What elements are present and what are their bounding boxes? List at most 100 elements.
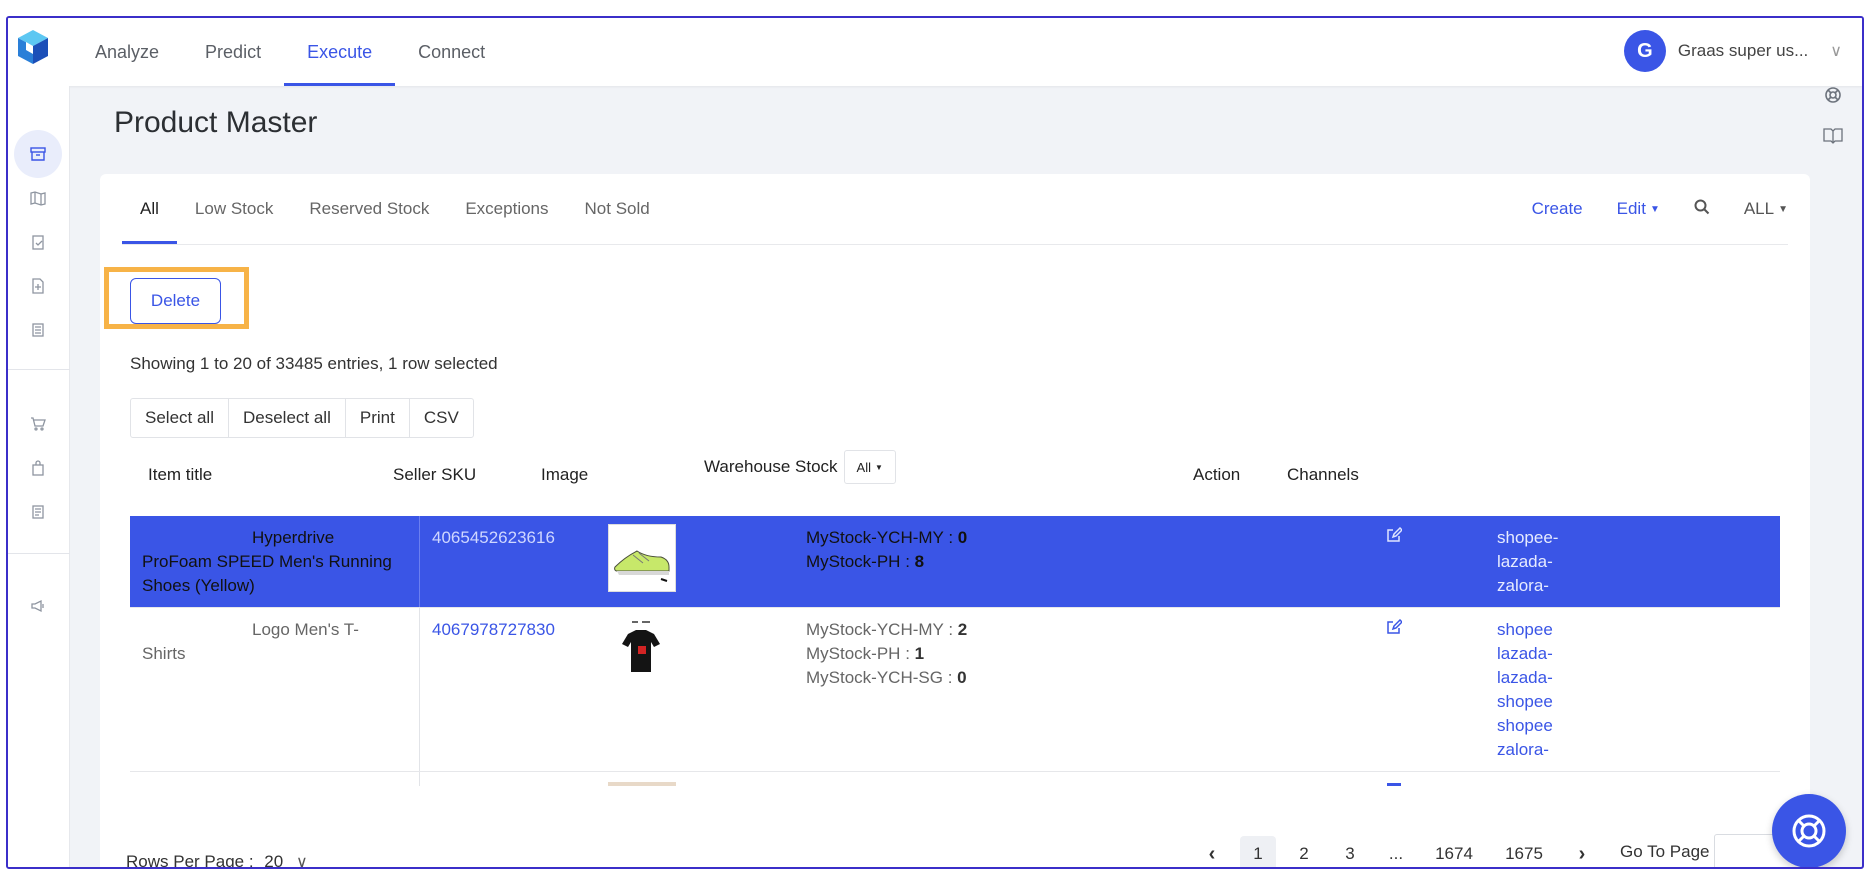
toolbar: Create Edit ▼ ALL ▼ bbox=[1532, 174, 1788, 244]
channel-link[interactable]: zalora- bbox=[1497, 738, 1553, 762]
page-ellipsis: ... bbox=[1388, 844, 1404, 863]
book-open-icon[interactable] bbox=[1822, 124, 1844, 146]
table-row[interactable]: Logo Men's T- Shirts 4067978727830 MySto… bbox=[130, 608, 1780, 772]
edit-icon[interactable] bbox=[1386, 782, 1402, 786]
report-icon[interactable] bbox=[20, 494, 56, 530]
cart-icon[interactable] bbox=[20, 406, 56, 442]
stock-qty: 1 bbox=[914, 644, 925, 663]
prev-page-icon[interactable]: ‹ bbox=[1194, 836, 1230, 867]
rows-per-page[interactable]: Rows Per Page : 20 ∨ bbox=[126, 852, 308, 869]
table-action-buttons: Select all Deselect all Print CSV bbox=[130, 398, 474, 438]
print-button[interactable]: Print bbox=[346, 399, 410, 437]
edit-icon[interactable] bbox=[1386, 516, 1404, 550]
user-name: Graas super us... bbox=[1677, 41, 1809, 60]
main-nav: Analyze Predict Execute Connect bbox=[72, 18, 508, 86]
column-image: Image bbox=[541, 465, 589, 484]
shopping-bag-icon[interactable] bbox=[20, 450, 56, 486]
column-item-title[interactable]: Item title bbox=[148, 446, 212, 504]
stock-line: MyStock-PH : 1 bbox=[806, 644, 925, 663]
product-image bbox=[608, 524, 676, 592]
top-navigation-bar: Analyze Predict Execute Connect G Graas … bbox=[8, 18, 1862, 86]
seller-sku-link[interactable]: 4065452623616 bbox=[432, 516, 555, 550]
chevron-down-icon[interactable]: ∨ bbox=[296, 854, 308, 867]
rows-per-page-label: Rows Per Page : bbox=[126, 852, 254, 869]
column-warehouse-stock: Warehouse Stock All ▼ bbox=[704, 438, 896, 496]
channel-link[interactable]: shopee bbox=[1497, 690, 1553, 714]
chevron-down-icon[interactable]: ∨ bbox=[1830, 41, 1842, 61]
edit-dropdown[interactable]: Edit ▼ bbox=[1617, 199, 1660, 219]
deselect-all-button[interactable]: Deselect all bbox=[229, 399, 346, 437]
nav-predict[interactable]: Predict bbox=[182, 18, 284, 86]
warehouse-stock-cell: MyStock-YCH-MY : 2 MyStock-PH : 1 MyStoc… bbox=[806, 608, 967, 690]
user-menu[interactable]: G Graas super us... ∨ bbox=[1623, 28, 1842, 74]
tab-reserved-stock[interactable]: Reserved Stock bbox=[291, 174, 447, 244]
t-shirt-icon bbox=[608, 616, 674, 682]
tab-not-sold[interactable]: Not Sold bbox=[567, 174, 668, 244]
support-ring-icon[interactable] bbox=[1822, 84, 1844, 106]
help-lifebuoy-button[interactable] bbox=[1772, 794, 1846, 867]
column-seller-sku[interactable]: Seller SKU bbox=[393, 446, 476, 504]
tab-exceptions[interactable]: Exceptions bbox=[447, 174, 566, 244]
table-row[interactable]: Hyperdrive ProFoam SPEED Men's Running S… bbox=[130, 516, 1780, 608]
item-title-cell: Logo Men's T- Shirts bbox=[130, 608, 420, 771]
megaphone-icon[interactable] bbox=[20, 588, 56, 624]
map-icon[interactable] bbox=[20, 180, 56, 216]
page-1674-button[interactable]: 1674 bbox=[1424, 836, 1484, 867]
stock-line: MyStock-YCH-SG : 0 bbox=[806, 668, 967, 687]
page-3-button[interactable]: 3 bbox=[1332, 836, 1368, 867]
stock-qty: 0 bbox=[957, 668, 967, 687]
caret-down-icon: ▼ bbox=[1778, 204, 1788, 216]
graas-logo-icon[interactable] bbox=[14, 28, 52, 66]
nav-connect[interactable]: Connect bbox=[395, 18, 508, 86]
search-icon[interactable] bbox=[1694, 199, 1710, 220]
channel-link[interactable]: lazada- bbox=[1497, 550, 1558, 574]
delete-button[interactable]: Delete bbox=[130, 278, 221, 324]
tab-low-stock[interactable]: Low Stock bbox=[177, 174, 291, 244]
channel-link[interactable]: lazada- bbox=[1497, 642, 1553, 666]
channel-link[interactable]: shopee- bbox=[1497, 526, 1558, 550]
channel-link[interactable]: shopee bbox=[1497, 618, 1553, 642]
item-title-part: Logo Men's T- bbox=[252, 620, 359, 639]
product-image bbox=[608, 616, 676, 684]
document-list-icon[interactable] bbox=[20, 312, 56, 348]
nav-execute[interactable]: Execute bbox=[284, 18, 396, 86]
product-master-card: All Low Stock Reserved Stock Exceptions … bbox=[100, 174, 1810, 869]
page-2-button[interactable]: 2 bbox=[1286, 836, 1322, 867]
sidebar-divider bbox=[8, 553, 70, 554]
seller-sku-link[interactable]: 4067978727830 bbox=[432, 608, 555, 642]
next-page-icon[interactable]: › bbox=[1564, 836, 1600, 867]
warehouse-name: MyStock-PH bbox=[806, 644, 901, 663]
filter-dropdown[interactable]: ALL ▼ bbox=[1744, 199, 1788, 219]
edit-icon[interactable] bbox=[1386, 608, 1404, 642]
file-add-icon[interactable] bbox=[20, 268, 56, 304]
page-title: Product Master bbox=[114, 106, 318, 139]
create-button[interactable]: Create bbox=[1532, 199, 1583, 219]
edit-label: Edit bbox=[1616, 199, 1646, 218]
channel-link[interactable]: lazada- bbox=[1497, 666, 1553, 690]
nav-analyze[interactable]: Analyze bbox=[72, 18, 182, 86]
stock-qty: 8 bbox=[914, 552, 925, 571]
page-1675-button[interactable]: 1675 bbox=[1494, 836, 1554, 867]
warehouse-name: MyStock-YCH-MY bbox=[806, 528, 944, 547]
csv-button[interactable]: CSV bbox=[410, 399, 473, 437]
page-1-button[interactable]: 1 bbox=[1240, 836, 1276, 867]
column-action: Action bbox=[1193, 465, 1241, 484]
select-all-button[interactable]: Select all bbox=[131, 399, 229, 437]
warehouse-filter-dropdown[interactable]: All ▼ bbox=[843, 450, 896, 484]
clipboard-check-icon[interactable] bbox=[20, 224, 56, 260]
channel-link[interactable]: zalora- bbox=[1497, 574, 1558, 598]
avatar[interactable]: G bbox=[1623, 30, 1666, 72]
tab-all[interactable]: All bbox=[122, 174, 177, 244]
warehouse-stock-label: Warehouse Stock bbox=[704, 457, 838, 476]
entries-summary: Showing 1 to 20 of 33485 entries, 1 row … bbox=[130, 354, 498, 373]
rows-per-page-value[interactable]: 20 bbox=[264, 852, 283, 867]
channels-cell: shopee lazada- lazada- shopee shopee zal… bbox=[1497, 608, 1553, 762]
channel-link[interactable]: shopee bbox=[1497, 714, 1553, 738]
table-header: Item title Seller SKU Image Warehouse St… bbox=[130, 446, 1780, 504]
table-row[interactable] bbox=[130, 772, 1780, 786]
archive-box-icon[interactable] bbox=[14, 130, 62, 178]
channels-cell: shopee- lazada- zalora- bbox=[1497, 516, 1558, 598]
warehouse-filter-value: All bbox=[856, 459, 871, 475]
pagination: ‹ 1 2 3 ... 1674 1675 › bbox=[1194, 836, 1610, 867]
warehouse-stock-cell: MyStock-YCH-MY : 0 MyStock-PH : 8 bbox=[806, 516, 967, 574]
